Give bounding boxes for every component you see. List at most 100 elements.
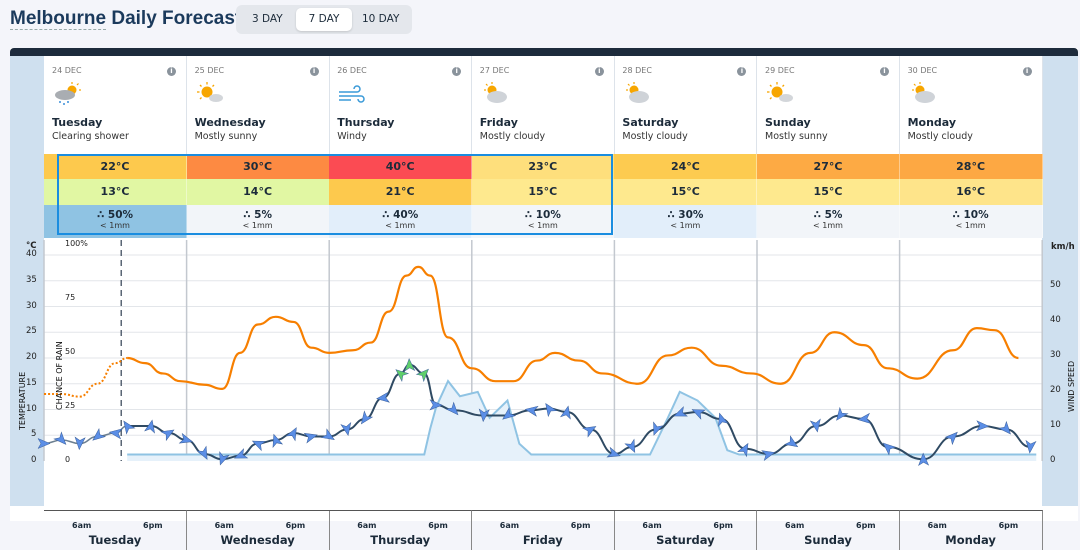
day-description: Mostly sunny (194, 131, 258, 142)
mostly-cloudy-icon (908, 82, 938, 106)
temp-tick: 25 (26, 326, 37, 337)
x-axis-day-name: Wednesday (220, 533, 295, 547)
day-name: Tuesday (52, 116, 103, 129)
wind-direction-arrow (624, 438, 636, 453)
page-title: Melbourne Daily Forecast (10, 8, 241, 30)
rain-tick: 25 (65, 401, 76, 410)
day-header[interactable]: 24 DEC i Tuesday Clearing shower (44, 56, 187, 154)
toggle-7-day[interactable]: 7 DAY (295, 8, 353, 31)
rain-chance: 5% (254, 209, 272, 221)
wind-direction-arrow (108, 428, 123, 440)
wind-direction-arrow (582, 426, 597, 438)
toggle-10-day[interactable]: 10 DAY (352, 8, 409, 31)
wind-line (127, 363, 1031, 461)
temp-tick: 20 (26, 352, 37, 362)
wind-direction-arrow (92, 428, 107, 441)
day-description: Mostly cloudy (622, 131, 688, 142)
day-header[interactable]: 27 DEC i Friday Mostly cloudy (472, 56, 615, 154)
info-icon[interactable]: i (1022, 67, 1032, 76)
temp-tick: 35 (26, 274, 37, 285)
temp-tick: 30 (26, 300, 37, 311)
mostly-cloudy-icon (622, 82, 652, 106)
shower-sun-icon (52, 82, 82, 106)
tick-6pm: 6pm (143, 521, 163, 530)
max-temp: 28°C (899, 154, 1043, 179)
day-header[interactable]: 28 DEC i Saturday Mostly cloudy (614, 56, 758, 154)
tick-6pm: 6pm (713, 521, 734, 530)
rain-chance: 10% (535, 209, 561, 221)
wind-tick: 40 (1050, 315, 1061, 325)
info-icon[interactable]: i (737, 67, 747, 76)
temp-tick: 10 (26, 403, 37, 414)
max-temp: 24°C (614, 154, 758, 179)
day-description: Clearing shower (52, 131, 129, 142)
tick-6am: 6am (72, 521, 92, 530)
wind-direction-arrow (415, 368, 429, 383)
rain-chance-cell: ∴ 5% < 1mm (757, 205, 900, 238)
info-icon[interactable]: i (309, 67, 319, 76)
rain-chance-cell: ∴ 30% < 1mm (614, 205, 758, 238)
rain-amount: < 1mm (670, 221, 701, 230)
wind-icon (337, 82, 367, 106)
rain-chance-cell: ∴ 10% < 1mm (899, 205, 1043, 238)
raindrops-icon: ∴ (243, 209, 251, 221)
rain-chance: 10% (963, 209, 989, 221)
tick-6am: 6am (214, 521, 234, 530)
wind-direction-arrow (784, 435, 799, 448)
raindrops-icon: ∴ (524, 209, 533, 221)
day-name: Thursday (337, 116, 395, 129)
wind-unit: km/h (1051, 242, 1075, 252)
tick-6am: 6am (357, 521, 377, 530)
day-header[interactable]: 25 DEC i Wednesday Mostly sunny (187, 56, 330, 154)
wind-tick: 0 (1050, 455, 1056, 465)
x-axis-day: 6am 6pm Thursday (329, 510, 473, 550)
raindrops-icon: ∴ (813, 209, 821, 221)
tick-6pm: 6pm (570, 521, 591, 530)
day-date: 24 DEC (52, 66, 82, 75)
toggle-3-day[interactable]: 3 DAY (239, 8, 296, 31)
x-axis-day-name: Sunday (804, 533, 852, 547)
rain-tick: 50 (65, 347, 76, 356)
day-date: 26 DEC (337, 66, 367, 75)
temperature-axis-label: TEMPERATURE (18, 371, 27, 430)
max-temp: 27°C (757, 154, 900, 179)
wind-tick: 50 (1050, 280, 1061, 290)
day-date: 25 DEC (194, 66, 225, 75)
day-name: Sunday (765, 116, 811, 129)
wind-direction-arrow (882, 442, 897, 456)
raindrops-icon: ∴ (952, 209, 960, 221)
info-icon[interactable]: i (452, 67, 462, 76)
tick-6am: 6am (642, 521, 662, 530)
raindrops-icon: ∴ (96, 209, 105, 221)
x-axis-day: 6am 6pm Monday (899, 510, 1043, 550)
min-temp: 21°C (329, 179, 473, 205)
min-temp: 15°C (471, 179, 615, 205)
info-icon[interactable]: i (880, 67, 889, 76)
location-link[interactable]: Melbourne (10, 8, 107, 30)
day-description: Mostly cloudy (479, 131, 546, 142)
rain-chance: 30% (678, 209, 704, 221)
day-date: 28 DEC (622, 66, 652, 75)
max-temp: 23°C (471, 154, 615, 179)
temp-tick: 15 (26, 377, 37, 388)
info-icon[interactable]: i (594, 67, 604, 76)
day-description: Windy (337, 131, 367, 142)
wind-tick: 20 (1050, 385, 1061, 395)
tick-6am: 6am (927, 521, 947, 530)
day-header[interactable]: 30 DEC i Monday Mostly cloudy (900, 56, 1043, 154)
wind-tick: 30 (1050, 350, 1061, 360)
min-temp: 15°C (614, 179, 758, 205)
day-name: Saturday (622, 116, 679, 129)
x-axis-day: 6am 6pm Tuesday (44, 510, 187, 550)
title-text: Daily Forecast (111, 8, 242, 29)
day-header[interactable]: 29 DEC i Sunday Mostly sunny (757, 56, 900, 154)
tick-6pm: 6pm (856, 521, 876, 530)
rain-amount: < 1mm (527, 221, 558, 230)
mostly-cloudy-icon (480, 82, 510, 106)
range-toggle: 3 DAY 7 DAY 10 DAY (236, 5, 412, 34)
day-name: Monday (907, 116, 957, 129)
day-header[interactable]: 26 DEC i Thursday Windy (329, 56, 473, 154)
tick-6pm: 6pm (428, 521, 448, 530)
min-temp: 14°C (186, 179, 330, 205)
info-icon[interactable]: i (167, 67, 176, 76)
